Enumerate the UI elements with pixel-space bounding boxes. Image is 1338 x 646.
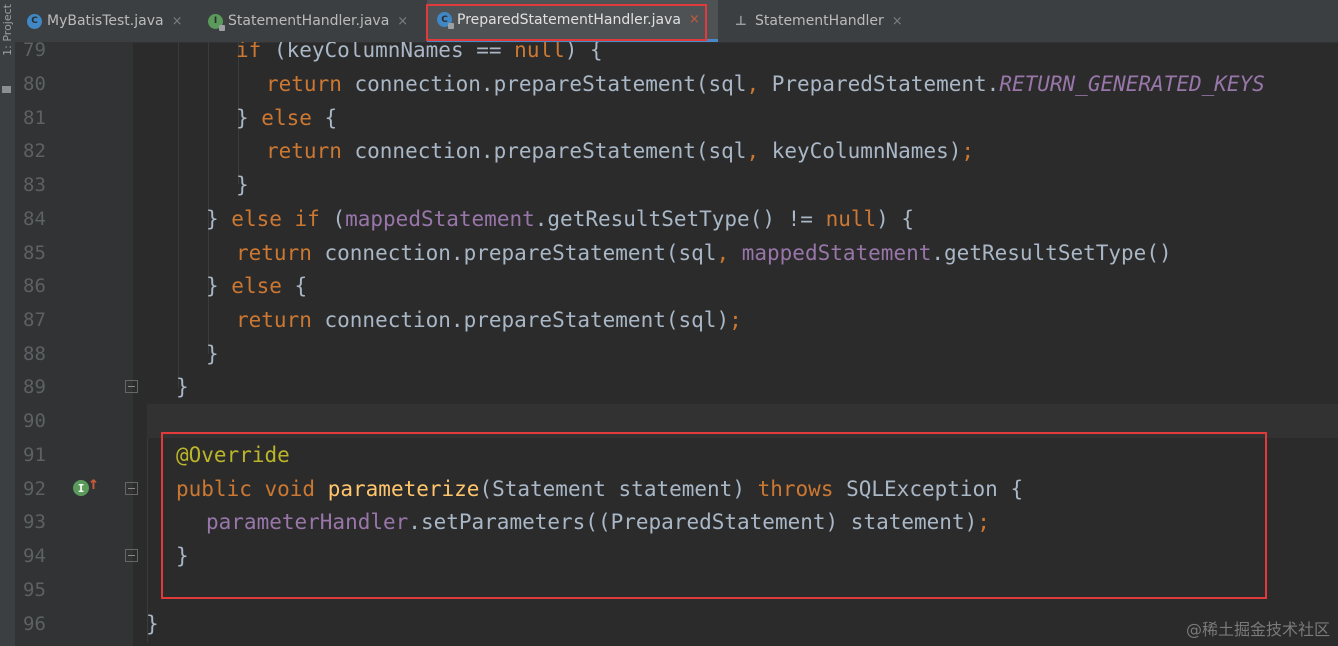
tab-highlight-box xyxy=(426,4,707,41)
line-number: 82 xyxy=(23,140,46,162)
line-number: 91 xyxy=(23,444,46,466)
project-tool-button[interactable]: 1: Project xyxy=(1,4,14,56)
tab-statementhandler-structure[interactable]: ⊥ StatementHandler × xyxy=(722,0,927,42)
line-number: 79 xyxy=(23,39,46,61)
line-number: 88 xyxy=(23,343,46,365)
code-line-96: } xyxy=(146,612,159,636)
watermark: @稀土掘金技术社区 xyxy=(1185,620,1330,639)
tab-label: StatementHandler.java xyxy=(228,13,390,29)
code-highlight-box xyxy=(161,432,1267,599)
editor-gutter: 79 80 81 82 83 84 85 86 87 88 89 90 91 9… xyxy=(15,39,138,646)
tab-label: StatementHandler xyxy=(755,13,884,29)
indent-guide xyxy=(178,42,179,388)
code-line-88: } xyxy=(206,342,219,366)
indent-guide xyxy=(208,42,209,354)
close-icon[interactable]: × xyxy=(397,14,408,29)
class-icon: C xyxy=(27,13,42,29)
code-line-85: return connection.prepareStatement(sql, … xyxy=(236,241,1172,265)
line-number: 92 xyxy=(23,478,46,500)
interface-icon: I xyxy=(208,13,225,31)
lock-icon xyxy=(219,24,225,31)
code-line-82: return connection.prepareStatement(sql, … xyxy=(266,139,975,163)
code-line-84: } else if (mappedStatement.getResultSetT… xyxy=(206,207,915,231)
go-to-super-arrow-icon[interactable]: ↑ xyxy=(88,473,99,494)
folder-icon xyxy=(2,86,11,93)
code-line-81: } else { xyxy=(236,106,338,130)
implements-method-icon[interactable]: I xyxy=(73,480,89,496)
structure-icon: ⊥ xyxy=(735,13,747,29)
code-line-80: return connection.prepareStatement(sql, … xyxy=(266,72,1265,96)
code-line-86: } else { xyxy=(206,274,308,298)
line-number: 84 xyxy=(23,208,46,230)
tool-window-strip: 1: Project xyxy=(0,0,16,646)
line-number: 81 xyxy=(23,107,46,129)
line-number: 80 xyxy=(23,73,46,95)
code-line-87: return connection.prepareStatement(sql); xyxy=(236,308,742,332)
tab-label: MyBatisTest.java xyxy=(47,13,164,29)
line-number: 93 xyxy=(23,511,46,533)
line-number: 89 xyxy=(23,376,46,398)
line-number: 83 xyxy=(23,174,46,196)
close-icon[interactable]: × xyxy=(172,14,183,29)
line-number: 85 xyxy=(23,242,46,264)
line-number: 86 xyxy=(23,275,46,297)
tab-statementhandler-java[interactable]: I StatementHandler.java × xyxy=(198,0,425,42)
code-line-79: if (keyColumnNames == null) { xyxy=(236,42,603,62)
code-line-83: } xyxy=(236,173,249,197)
code-line-89: } xyxy=(176,375,189,399)
line-number: 95 xyxy=(23,579,46,601)
line-number: 87 xyxy=(23,309,46,331)
line-number: 96 xyxy=(23,613,46,635)
close-icon[interactable]: × xyxy=(892,14,903,29)
line-number: 94 xyxy=(23,545,46,567)
line-number: 90 xyxy=(23,410,46,432)
